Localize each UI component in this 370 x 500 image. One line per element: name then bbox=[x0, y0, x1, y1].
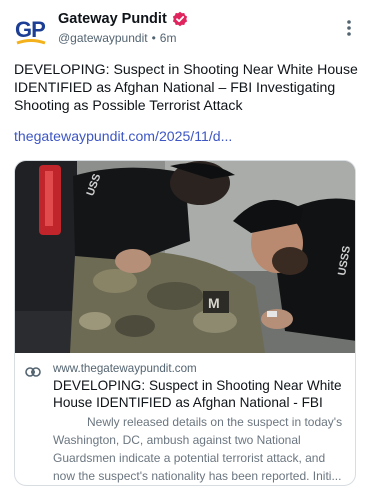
link-preview-card[interactable]: M USS USSS www.thegatewaypundit.com DEVE… bbox=[14, 160, 356, 486]
verified-badge-icon bbox=[172, 11, 188, 27]
avatar-text: GP bbox=[15, 17, 45, 42]
image-agent-left-hand bbox=[115, 249, 151, 273]
more-options-icon[interactable] bbox=[342, 18, 356, 38]
card-title[interactable]: DEVELOPING: Suspect in Shooting Near Whi… bbox=[53, 377, 349, 411]
post: GP Gateway Pundit @gatewaypundit • 6m DE… bbox=[0, 0, 370, 500]
image-taillight-highlight bbox=[45, 171, 53, 226]
image-camo-patch bbox=[147, 282, 203, 310]
author-block: Gateway Pundit @gatewaypundit • 6m bbox=[58, 11, 188, 45]
image-camo-patch bbox=[115, 315, 155, 337]
image-patch-text: M bbox=[208, 295, 220, 311]
card-domain: www.thegatewaypundit.com bbox=[53, 362, 197, 375]
author-name[interactable]: Gateway Pundit bbox=[58, 11, 167, 27]
image-camo-patch bbox=[79, 312, 111, 330]
author-meta: @gatewaypundit • 6m bbox=[58, 31, 188, 45]
post-time[interactable]: 6m bbox=[160, 31, 177, 45]
image-glove bbox=[267, 311, 277, 317]
card-body: www.thegatewaypundit.com DEVELOPING: Sus… bbox=[15, 357, 355, 485]
avatar[interactable]: GP bbox=[14, 14, 48, 48]
meta-separator: • bbox=[151, 31, 156, 45]
gateway-pundit-logo: GP bbox=[15, 17, 46, 45]
post-text: DEVELOPING: Suspect in Shooting Near Whi… bbox=[14, 61, 358, 113]
card-description: Newly released details on the suspect in… bbox=[53, 415, 343, 483]
card-image[interactable]: M USS USSS bbox=[15, 161, 355, 353]
logo-swoosh bbox=[16, 39, 46, 45]
author-handle[interactable]: @gatewaypundit bbox=[58, 31, 148, 45]
link-icon bbox=[25, 364, 41, 377]
image-agent-right-beard bbox=[272, 247, 308, 275]
name-row: Gateway Pundit bbox=[58, 11, 188, 27]
post-link[interactable]: thegatewaypundit.com/2025/11/d... bbox=[14, 128, 232, 144]
